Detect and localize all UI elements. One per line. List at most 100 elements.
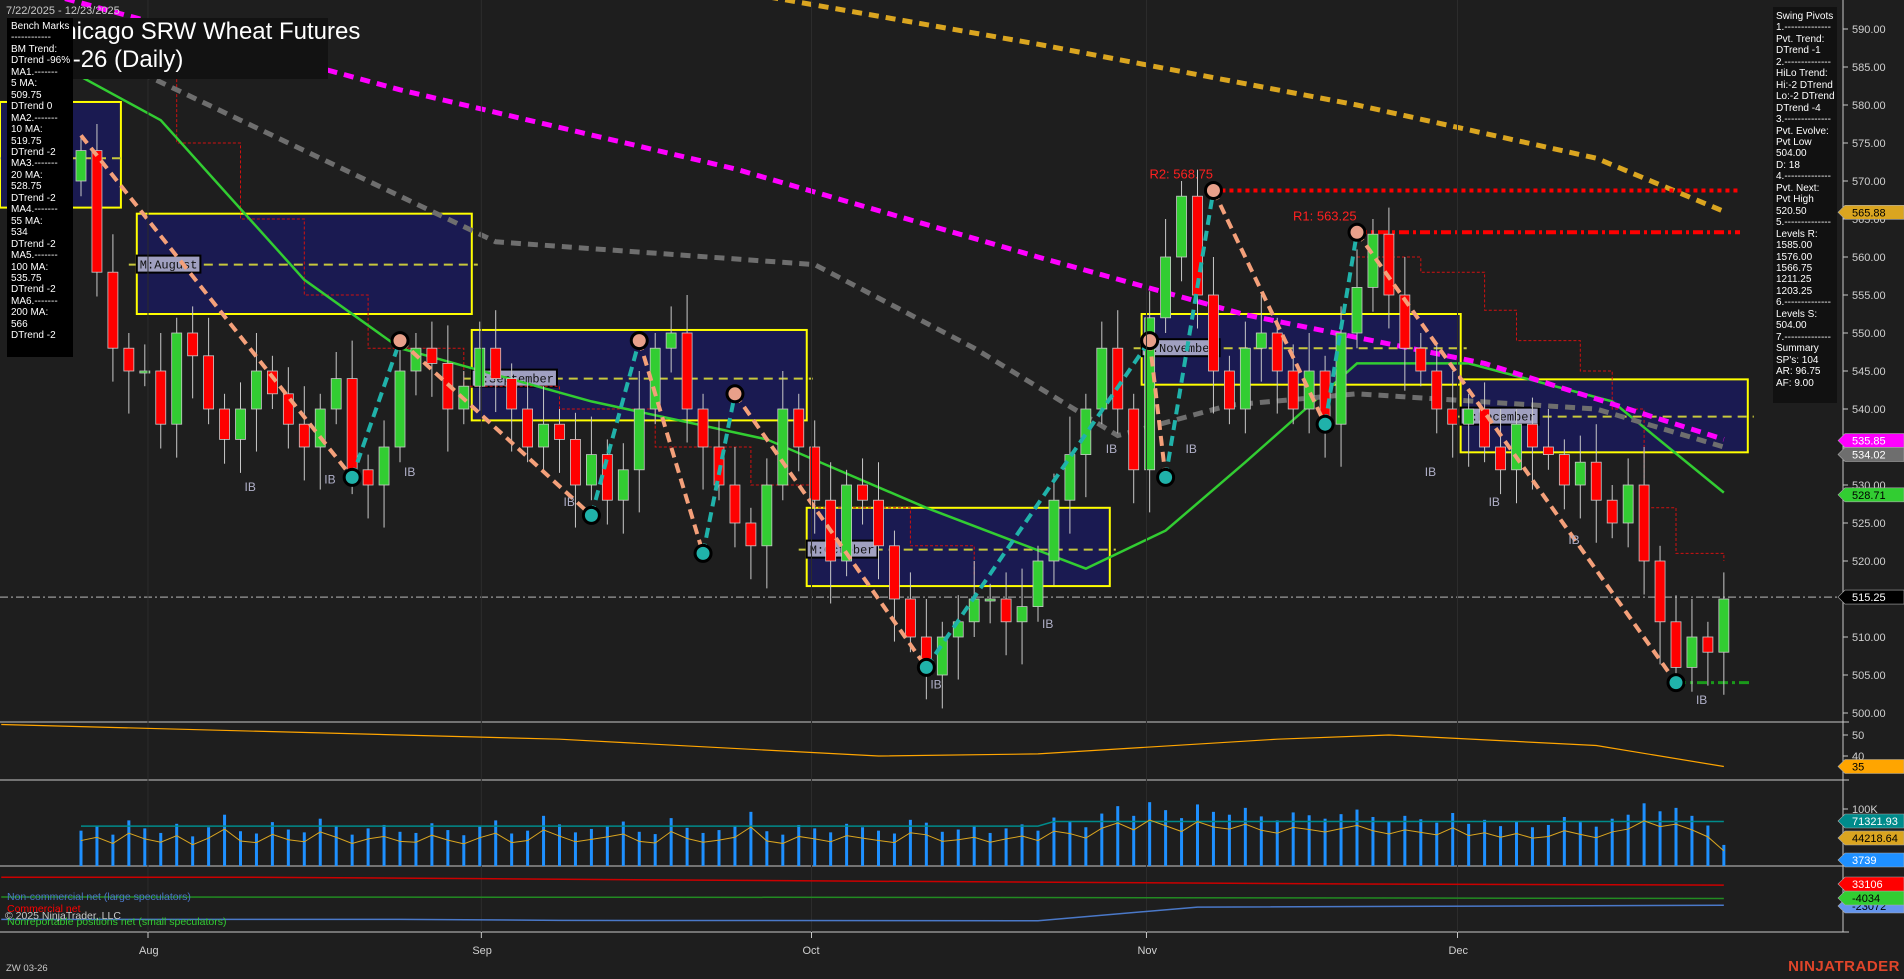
cot-marker-text: -4034 <box>1852 893 1880 905</box>
swing-pivot-line: 4.-------------- <box>1776 171 1837 182</box>
candle-body <box>1177 196 1187 257</box>
candle-body <box>666 333 676 348</box>
price-marker: 534.02 <box>1838 447 1904 461</box>
bench-mark-line: BM Trend: <box>11 44 73 55</box>
swing-low-marker <box>1317 416 1333 432</box>
swing-low-marker <box>1668 675 1684 691</box>
swing-low-marker <box>1158 469 1174 485</box>
candle-body <box>1240 348 1250 409</box>
bench-mark-line: DTrend -2 <box>11 284 73 295</box>
candle-body <box>1272 333 1282 371</box>
volume-marker: 44218.64 <box>1838 831 1904 845</box>
candle-body <box>491 348 501 378</box>
price-tick-label: 575.00 <box>1852 138 1886 150</box>
swing-pivot-line: Pvt High <box>1776 194 1837 205</box>
candle-body <box>188 333 198 356</box>
swing-pivot-line: Pvt Low <box>1776 137 1837 148</box>
candle-body <box>1512 424 1522 470</box>
candle-body <box>76 151 86 181</box>
bench-mark-line: DTrend 0 <box>11 101 73 112</box>
bench-mark-line: 200 MA: <box>11 307 73 318</box>
candle-body <box>108 272 118 348</box>
candle-body <box>618 470 628 500</box>
inside-bar-label: IB <box>1042 617 1053 631</box>
candle-body <box>204 356 214 409</box>
swing-high-marker <box>727 386 743 402</box>
swing-pivot-line: Levels R: <box>1776 229 1837 240</box>
price-marker: 515.25 <box>1838 590 1904 604</box>
inside-bar-label: IB <box>1568 533 1579 547</box>
candle-body <box>475 348 485 386</box>
price-tick-label: 560.00 <box>1852 252 1886 264</box>
month-label-text: M:December <box>1464 411 1536 425</box>
price-tick-label: 500.00 <box>1852 708 1886 720</box>
swing-low-marker <box>695 545 711 561</box>
inside-bar-label: IB <box>564 495 575 509</box>
time-tick-label: Aug <box>139 945 159 957</box>
candle-body <box>1256 333 1266 348</box>
bench-mark-line: 528.75 <box>11 181 73 192</box>
candle-body <box>1671 622 1681 668</box>
bench-marks-panel: Bench Marks------------BM Trend:DTrend -… <box>7 18 73 357</box>
swing-pivot-line: 3.-------------- <box>1776 114 1837 125</box>
candle-body <box>794 409 804 447</box>
swing-pivot-line: 7.-------------- <box>1776 332 1837 343</box>
swing-pivot-line: DTrend -1 <box>1776 45 1837 56</box>
candle-body <box>1288 371 1298 409</box>
swing-pivot-line: Summary <box>1776 343 1837 354</box>
swing-low-marker <box>918 659 934 675</box>
price-tick-label: 555.00 <box>1852 290 1886 302</box>
candle-body <box>236 409 246 439</box>
month-box-label: M:August <box>137 256 201 273</box>
swing-pivot-line: 1203.25 <box>1776 286 1837 297</box>
swing-pivot-line: Lo:-2 DTrend <box>1776 91 1837 102</box>
swing-pivot-line: 6.-------------- <box>1776 297 1837 308</box>
candle-body <box>539 424 549 447</box>
bench-mark-line: MA5.------- <box>11 250 73 261</box>
candle-body <box>347 379 357 470</box>
candle-body <box>1703 637 1713 652</box>
copyright: © 2025 NinjaTrader, LLC <box>5 910 121 922</box>
candle-body <box>1304 371 1314 409</box>
bench-mark-line: MA1.------- <box>11 67 73 78</box>
candle-body <box>220 409 230 439</box>
candle-body <box>172 333 182 424</box>
candle-body <box>1655 561 1665 622</box>
candle-body <box>985 599 995 601</box>
swing-high-marker <box>1142 333 1158 349</box>
bench-mark-line: DTrend -2 <box>11 330 73 341</box>
time-tick-label: Oct <box>803 945 820 957</box>
inside-bar-label: IB <box>1106 442 1117 456</box>
candle-body <box>889 546 899 599</box>
candle-body <box>682 333 692 409</box>
price-marker-text: 535.85 <box>1852 436 1886 448</box>
price-marker: 565.88 <box>1838 205 1904 219</box>
swing-pivot-line: 1585.00 <box>1776 240 1837 251</box>
candle-body <box>379 447 389 485</box>
bench-mark-line: ------------ <box>11 32 73 43</box>
cot-marker: -4034 <box>1838 891 1904 905</box>
price-tick-label: 525.00 <box>1852 518 1886 530</box>
candle-body <box>937 637 947 675</box>
price-tick-label: 580.00 <box>1852 100 1886 112</box>
inside-bar-label: IB <box>1425 465 1436 479</box>
cot-marker-text: 33106 <box>1852 879 1883 891</box>
swing-high-marker <box>1205 183 1221 199</box>
inside-bar-label: IB <box>930 678 941 692</box>
bench-mark-line: 20 MA: <box>11 170 73 181</box>
candle-body <box>1559 455 1569 485</box>
swing-pivot-line: HiLo Trend: <box>1776 68 1837 79</box>
swing-pivot-line: 504.00 <box>1776 148 1837 159</box>
candle-body <box>905 599 915 637</box>
candle-body <box>331 379 341 409</box>
candle-body <box>1129 409 1139 470</box>
price-chart[interactable]: M:AugustM:SeptemberM:OctoberM:NovemberM:… <box>0 0 1904 979</box>
candle-body <box>874 500 884 546</box>
inside-bar-label: IB <box>324 472 335 486</box>
candle-body <box>1033 561 1043 607</box>
bench-mark-line: DTrend -2 <box>11 147 73 158</box>
candle-body <box>842 485 852 561</box>
resistance-label: R1: 563.25 <box>1293 208 1357 223</box>
candle-body <box>1208 295 1218 371</box>
swing-high-marker <box>631 333 647 349</box>
